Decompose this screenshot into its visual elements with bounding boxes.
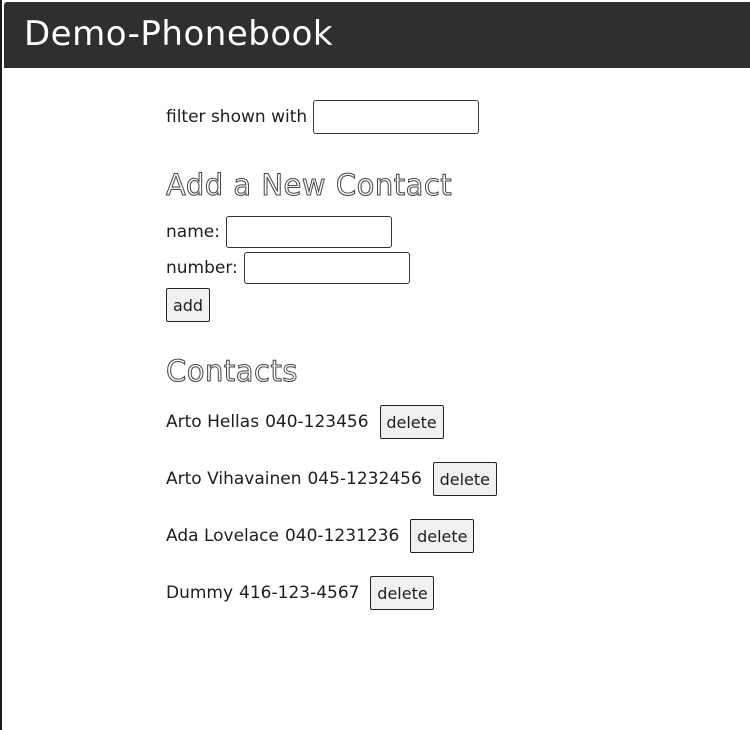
contact-name: Arto Hellas	[166, 412, 260, 432]
contact-name: Ada Lovelace	[166, 526, 279, 546]
contact-number: 040-1231236	[284, 526, 400, 546]
number-label: number:	[166, 258, 238, 278]
add-contact-form: name: number: add	[166, 216, 726, 322]
app-header: Demo-Phonebook	[4, 2, 750, 68]
add-button[interactable]: add	[166, 288, 210, 322]
delete-button[interactable]: delete	[410, 519, 475, 553]
add-contact-heading: Add a New Contact	[166, 168, 453, 203]
name-label: name:	[166, 222, 220, 242]
delete-button[interactable]: delete	[432, 462, 497, 496]
filter-row: filter shown with	[166, 100, 726, 134]
contacts-list: Arto Hellas 040-123456 delete Arto Vihava…	[166, 404, 726, 611]
contact-number: 045-1232456	[307, 469, 422, 489]
contacts-heading: Contacts	[166, 354, 298, 389]
contact-item: Dummy 416-123-4567 delete	[166, 575, 726, 611]
window-left-border	[0, 0, 2, 730]
delete-button[interactable]: delete	[379, 405, 444, 439]
contact-text: Dummy 416-123-4567	[166, 583, 359, 603]
delete-button[interactable]: delete	[370, 576, 435, 610]
contact-text: Arto Hellas 040-123456	[166, 412, 369, 432]
app-title: Demo-Phonebook	[24, 14, 334, 54]
contact-name: Dummy	[166, 583, 234, 603]
main-content: filter shown with Add a New Contact name…	[166, 100, 726, 632]
number-input[interactable]	[243, 252, 410, 284]
contact-item: Arto Vihavainen 045-1232456 delete	[166, 461, 726, 497]
name-input[interactable]	[225, 216, 392, 248]
filter-input[interactable]	[313, 100, 480, 134]
name-row: name:	[166, 216, 726, 248]
contact-number: 040-123456	[265, 412, 369, 432]
contact-item: Ada Lovelace 040-1231236 delete	[166, 518, 726, 554]
contact-item: Arto Hellas 040-123456 delete	[166, 404, 726, 440]
contact-number: 416-123-4567	[239, 583, 360, 603]
filter-label: filter shown with	[166, 107, 308, 127]
contact-text: Ada Lovelace 040-1231236	[166, 526, 399, 546]
contact-name: Arto Vihavainen	[166, 469, 302, 489]
number-row: number:	[166, 252, 726, 284]
contact-text: Arto Vihavainen 045-1232456	[166, 469, 422, 489]
